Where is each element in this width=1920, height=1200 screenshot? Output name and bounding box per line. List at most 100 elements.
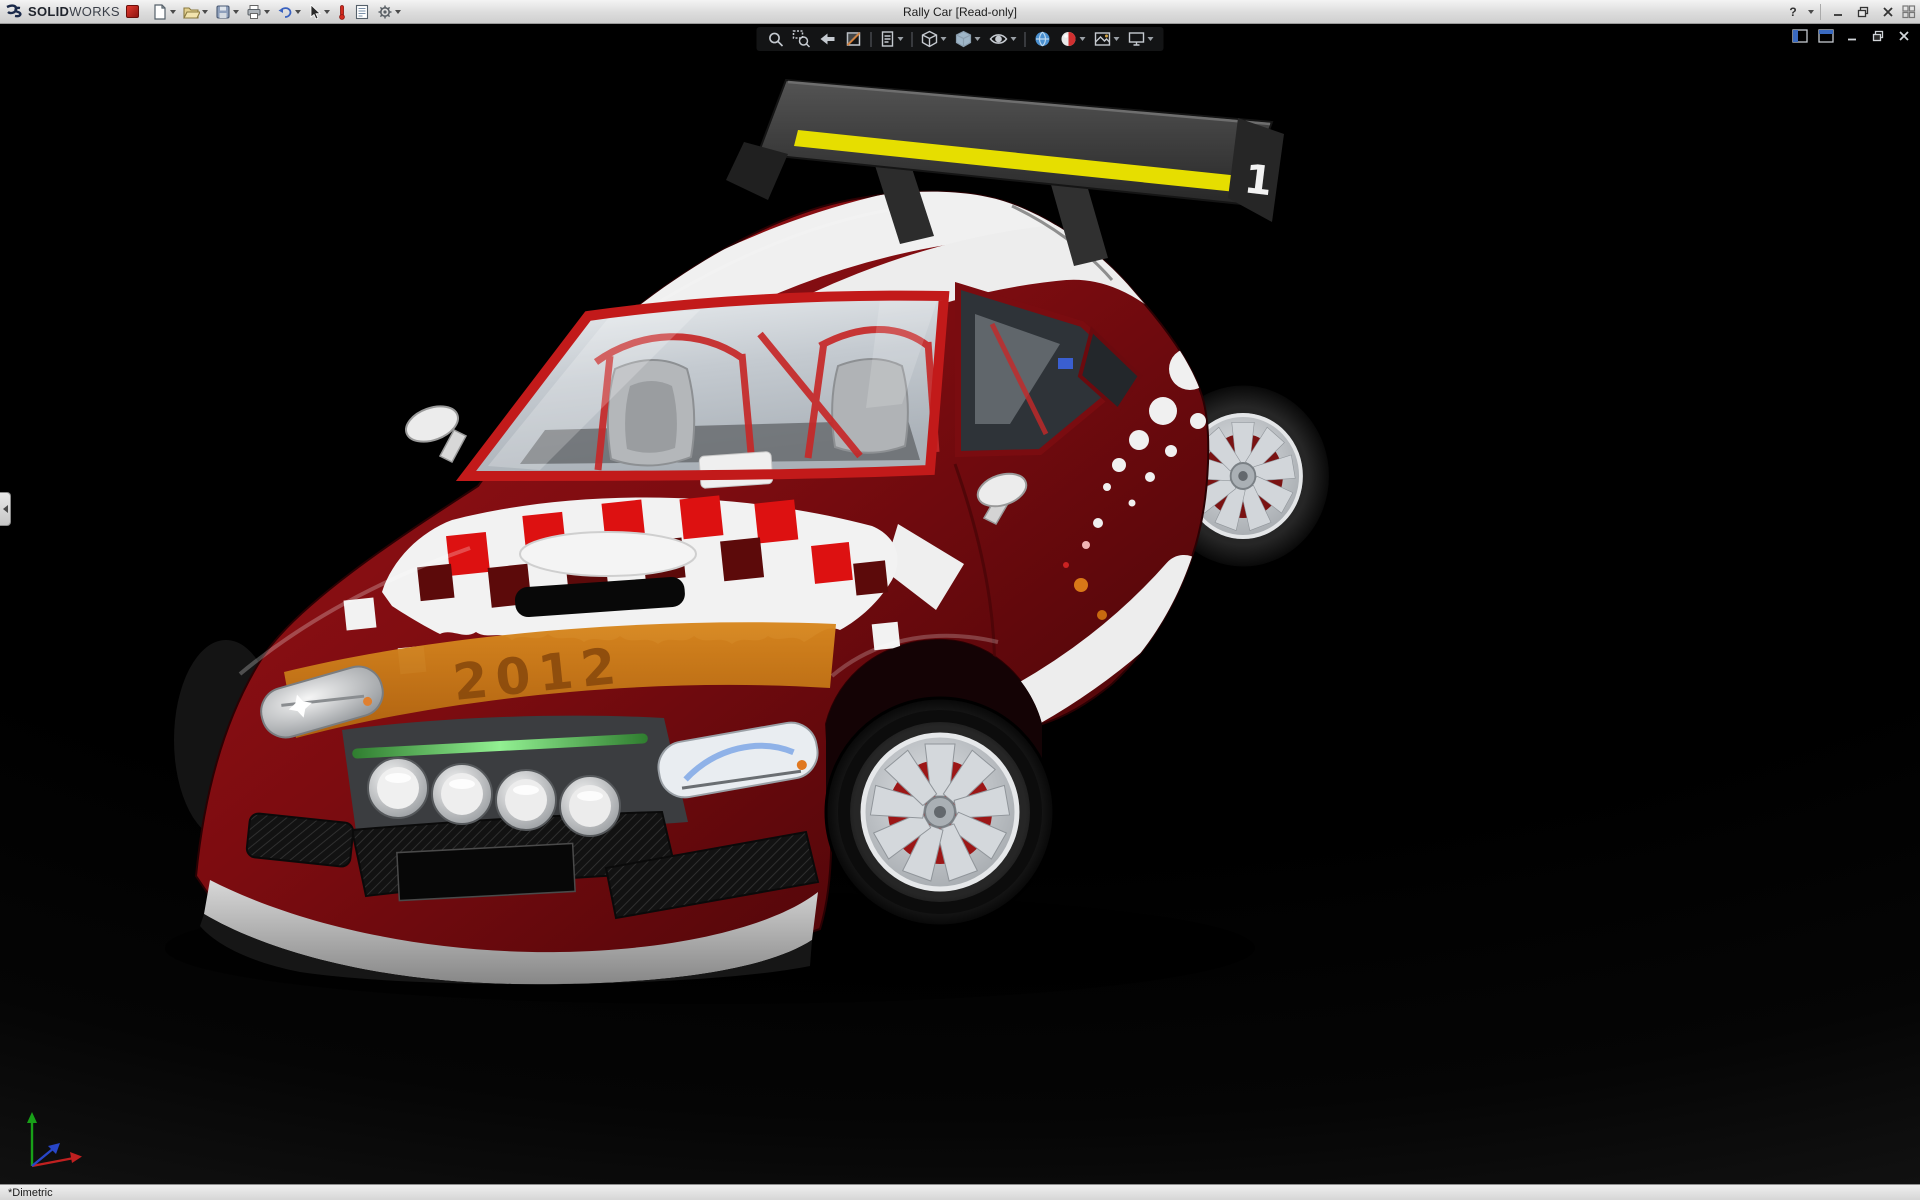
- window-controls: ?: [1782, 3, 1916, 21]
- resize-grip-icon[interactable]: [1902, 5, 1916, 19]
- help-icon: ?: [1789, 5, 1796, 19]
- brand-name-solid: SOLID: [28, 4, 69, 19]
- view-settings-button[interactable]: [1126, 29, 1156, 49]
- print-button[interactable]: [243, 2, 273, 22]
- titlebar: SOLIDWORKS: [0, 0, 1920, 24]
- dropdown-caret-icon: [1148, 37, 1154, 41]
- file-properties-button[interactable]: [351, 2, 373, 22]
- dropdown-caret-icon: [1114, 37, 1120, 41]
- show-featuremanager-button[interactable]: [1790, 27, 1810, 45]
- help-button[interactable]: ?: [1782, 3, 1804, 21]
- view-orientation-button[interactable]: [919, 29, 949, 49]
- doc-restore-icon: [1872, 30, 1884, 42]
- dropdown-caret-icon: [295, 10, 301, 14]
- bumper-left-intake: [246, 813, 354, 868]
- select-button[interactable]: [305, 2, 333, 22]
- left-mirror: [401, 400, 466, 462]
- car-render: 2012: [0, 24, 1920, 1184]
- hide-show-items-button[interactable]: [987, 29, 1019, 49]
- windshield: [466, 296, 944, 489]
- dropdown-caret-icon: [170, 10, 176, 14]
- dropdown-caret-icon: [1808, 10, 1814, 14]
- featuremanager-collapse-tab[interactable]: [0, 492, 11, 526]
- xpress-products-icon: [337, 4, 347, 20]
- eye-icon: [989, 30, 1009, 48]
- print-icon: [246, 4, 262, 20]
- dassault-logo-icon: [4, 4, 24, 20]
- save-button[interactable]: [212, 2, 242, 22]
- file-properties-icon: [354, 4, 370, 20]
- realview-graphics-button[interactable]: [1032, 29, 1054, 49]
- minimize-button[interactable]: [1827, 3, 1849, 21]
- brand-name: SOLIDWORKS: [28, 4, 120, 19]
- display-style-icon: [955, 30, 973, 48]
- appearance-sphere-icon: [1060, 30, 1078, 48]
- close-icon: [1882, 6, 1894, 18]
- dropdown-caret-icon: [1011, 37, 1017, 41]
- options-gear-icon: [377, 4, 393, 20]
- annotation-views-button[interactable]: [878, 29, 906, 49]
- select-cursor-icon: [308, 4, 322, 20]
- doc-minimize-button[interactable]: [1842, 27, 1862, 45]
- separator: [912, 32, 913, 47]
- dropdown-caret-icon: [898, 37, 904, 41]
- save-floppy-icon: [215, 4, 231, 20]
- apply-scene-button[interactable]: [1092, 29, 1122, 49]
- doc-close-icon: [1898, 30, 1910, 42]
- view-orientation-cube-icon: [921, 30, 939, 48]
- options-button[interactable]: [374, 2, 404, 22]
- separator: [1025, 32, 1026, 47]
- orientation-triad: [12, 1098, 92, 1178]
- zoom-to-fit-icon: [767, 30, 785, 48]
- undo-arrow-icon: [277, 4, 293, 20]
- dropdown-caret-icon: [1080, 37, 1086, 41]
- graphics-area[interactable]: 2012: [0, 24, 1920, 1184]
- undo-button[interactable]: [274, 2, 304, 22]
- promote-button[interactable]: [1816, 27, 1836, 45]
- zoom-to-area-button[interactable]: [791, 29, 813, 49]
- heads-up-view-toolbar: [757, 27, 1164, 51]
- doc-close-button[interactable]: [1894, 27, 1914, 45]
- close-button[interactable]: [1877, 3, 1899, 21]
- document-window-controls: [1790, 27, 1914, 45]
- zoom-to-fit-button[interactable]: [765, 29, 787, 49]
- dropdown-caret-icon: [264, 10, 270, 14]
- separator: [871, 32, 872, 47]
- annotation-views-icon: [880, 30, 896, 48]
- front-right-wheel: [826, 698, 1054, 926]
- zoom-to-area-icon: [793, 30, 811, 48]
- xpress-products-button[interactable]: [334, 2, 350, 22]
- section-view-button[interactable]: [843, 29, 865, 49]
- doc-restore-button[interactable]: [1868, 27, 1888, 45]
- section-view-icon: [845, 30, 863, 48]
- restore-icon: [1857, 6, 1869, 18]
- featuremanager-window-icon: [1792, 29, 1808, 43]
- brand-name-works: WORKS: [69, 4, 120, 19]
- brand: SOLIDWORKS: [4, 4, 139, 20]
- dropdown-caret-icon: [975, 37, 981, 41]
- open-button[interactable]: [180, 2, 211, 22]
- dropdown-caret-icon: [233, 10, 239, 14]
- separator: [1820, 4, 1821, 20]
- chevron-left-icon: [3, 505, 8, 513]
- solidworks-window: SOLIDWORKS: [0, 0, 1920, 1200]
- realview-globe-icon: [1034, 30, 1052, 48]
- minimize-icon: [1832, 6, 1844, 18]
- doc-minimize-icon: [1846, 30, 1858, 42]
- part-document-icon: [126, 5, 139, 18]
- license-plate: [397, 843, 575, 900]
- promote-window-icon: [1818, 29, 1834, 43]
- dropdown-caret-icon: [941, 37, 947, 41]
- decal-number: 1: [1242, 156, 1275, 205]
- previous-view-button[interactable]: [817, 29, 839, 49]
- new-document-button[interactable]: [149, 2, 179, 22]
- dropdown-caret-icon: [395, 10, 401, 14]
- scene-icon: [1094, 30, 1112, 48]
- status-bar: *Dimetric: [0, 1184, 1920, 1200]
- previous-view-icon: [819, 30, 837, 48]
- dropdown-caret-icon: [324, 10, 330, 14]
- quick-access-toolbar: [149, 2, 404, 22]
- display-style-button[interactable]: [953, 29, 983, 49]
- restore-button[interactable]: [1852, 3, 1874, 21]
- edit-appearance-button[interactable]: [1058, 29, 1088, 49]
